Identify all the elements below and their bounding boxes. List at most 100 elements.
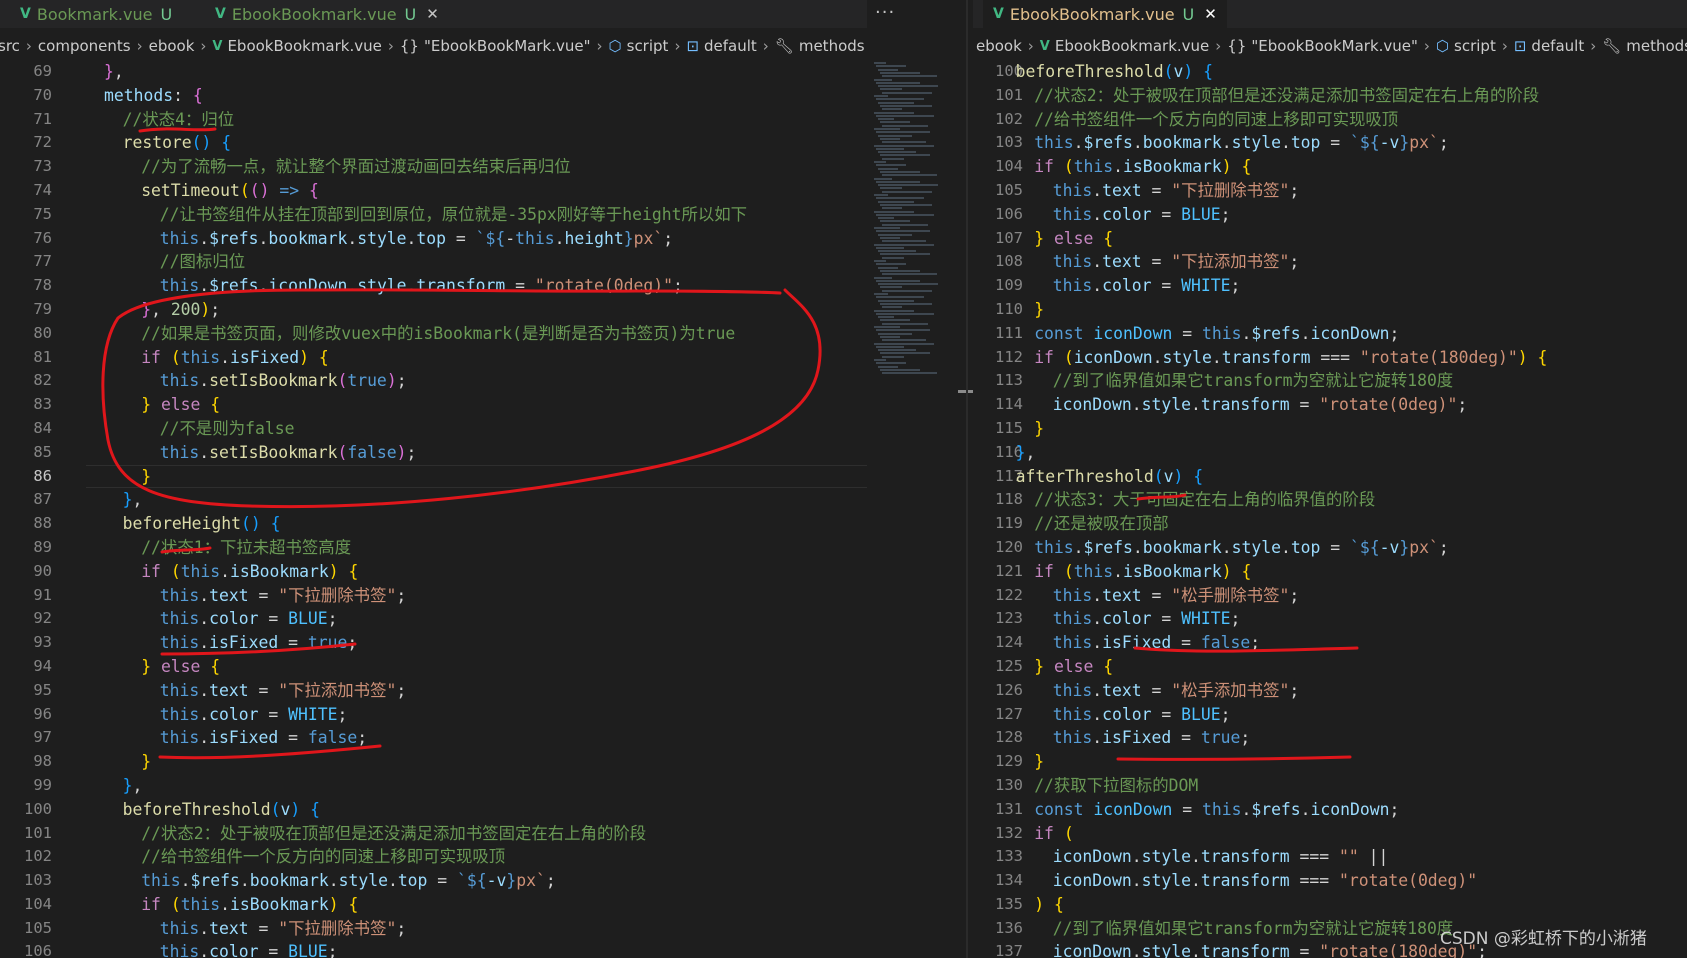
code-line[interactable]: 135) { <box>973 893 1687 917</box>
code-line[interactable]: 75 //让书签组件从挂在顶部到回到原位，原位就是-35px刚好等于height所… <box>0 203 867 227</box>
code-line[interactable]: 79}, 200); <box>0 298 867 322</box>
code-line[interactable]: 103 this.$refs.bookmark.style.top = `${-v… <box>973 131 1687 155</box>
code-line[interactable]: 134 iconDown.style.transform === "rotate(… <box>973 869 1687 893</box>
code-line[interactable]: 122 this.text = "松手删除书签"; <box>973 584 1687 608</box>
breadcrumb-item-component[interactable]: "EbookBookMark.vue" <box>424 37 591 55</box>
code-line[interactable]: 126 this.text = "松手添加书签"; <box>973 679 1687 703</box>
more-actions-icon[interactable]: ··· <box>875 2 895 23</box>
code-line[interactable]: 92 this.color = BLUE; <box>0 607 867 631</box>
code-line[interactable]: 102 //给书签组件一个反方向的同速上移即可实现吸顶 <box>0 845 867 869</box>
breadcrumb-item-component[interactable]: "EbookBookMark.vue" <box>1251 37 1418 55</box>
breadcrumb-item-file[interactable]: EbookBookmark.vue <box>227 37 381 55</box>
code-line[interactable]: 103 this.$refs.bookmark.style.top = `${-v… <box>0 869 867 893</box>
code-line[interactable]: 104 if (this.isBookmark) { <box>0 893 867 917</box>
code-line[interactable]: 132 if ( <box>973 822 1687 846</box>
code-line[interactable]: 133 iconDown.style.transform === "" || <box>973 845 1687 869</box>
tab-ebookbookmark-vue-active[interactable]: V EbookBookmark.vue U ✕ <box>983 0 1227 28</box>
code-line[interactable]: 121 if (this.isBookmark) { <box>973 560 1687 584</box>
code-line[interactable]: 89 //状态1：下拉未超书签高度 <box>0 536 867 560</box>
code-line[interactable]: 129} <box>973 750 1687 774</box>
breadcrumb-item-methods[interactable]: methods <box>799 37 865 55</box>
code-line[interactable]: 83} else { <box>0 393 867 417</box>
tab-bookmark-vue[interactable]: V Bookmark.vue U <box>10 0 182 28</box>
code-line[interactable]: 114 iconDown.style.transform = "rotate(0d… <box>973 393 1687 417</box>
code-editor-right[interactable]: 100 beforeThreshold(v) {101 //状态2：处于被吸在顶部但… <box>973 60 1687 958</box>
code-line[interactable]: 105 this.text = "下拉删除书签"; <box>0 917 867 941</box>
code-line[interactable]: 69}, <box>0 60 867 84</box>
tab-ebookbookmark-vue[interactable]: V EbookBookmark.vue U ✕ <box>205 0 449 28</box>
breadcrumb-item-components[interactable]: components <box>38 37 131 55</box>
code-line[interactable]: 111 const iconDown = this.$refs.iconDown; <box>973 322 1687 346</box>
code-line[interactable]: 107} else { <box>973 227 1687 251</box>
code-line[interactable]: 80 //如果是书签页面，则修改vuex中的isBookmark(是判断是否为书签… <box>0 322 867 346</box>
code-line[interactable]: 128 this.isFixed = true; <box>973 726 1687 750</box>
close-icon[interactable]: ✕ <box>426 5 439 23</box>
code-line[interactable]: 117 afterThreshold(v) { <box>973 465 1687 489</box>
code-line[interactable]: 102 //给书签组件一个反方向的同速上移即可实现吸顶 <box>973 108 1687 132</box>
close-icon[interactable]: ✕ <box>1204 5 1217 23</box>
minimap[interactable] <box>872 62 942 382</box>
code-line[interactable]: 73 //为了流畅一点，就让整个界面过渡动画回去结束后再归位 <box>0 155 867 179</box>
breadcrumb-item-methods[interactable]: methods <box>1626 37 1687 55</box>
breadcrumb-item-default[interactable]: default <box>704 37 757 55</box>
code-line[interactable]: 71 //状态4：归位 <box>0 108 867 132</box>
code-line[interactable]: 119 //还是被吸在顶部 <box>973 512 1687 536</box>
code-line[interactable]: 76 this.$refs.bookmark.style.top = `${-th… <box>0 227 867 251</box>
code-line[interactable]: 93 this.isFixed = true; <box>0 631 867 655</box>
code-line[interactable]: 87}, <box>0 488 867 512</box>
code-line[interactable]: 124 this.isFixed = false; <box>973 631 1687 655</box>
editor-group-divider[interactable] <box>966 0 968 958</box>
code-token: , <box>132 490 143 510</box>
code-line[interactable]: 120 this.$refs.bookmark.style.top = `${-v… <box>973 536 1687 560</box>
code-line[interactable]: 97 this.isFixed = false; <box>0 726 867 750</box>
code-line[interactable]: 118 //状态3：大于可固定在右上角的临界值的阶段 <box>973 488 1687 512</box>
code-line[interactable]: 112 if (iconDown.style.transform === "rot… <box>973 346 1687 370</box>
code-line[interactable]: 77 //图标归位 <box>0 250 867 274</box>
code-line[interactable]: 81 if (this.isFixed) { <box>0 346 867 370</box>
code-line[interactable]: 91 this.text = "下拉删除书签"; <box>0 584 867 608</box>
code-line[interactable]: 98} <box>0 750 867 774</box>
breadcrumb-item-ebook[interactable]: ebook <box>149 37 195 55</box>
code-line[interactable]: 94} else { <box>0 655 867 679</box>
code-line[interactable]: 109 this.color = WHITE; <box>973 274 1687 298</box>
code-line[interactable]: 125} else { <box>973 655 1687 679</box>
breadcrumb-item-file[interactable]: EbookBookmark.vue <box>1055 37 1209 55</box>
minimap-line <box>876 114 934 117</box>
code-line[interactable]: 85 this.setIsBookmark(false); <box>0 441 867 465</box>
code-line[interactable]: 72 restore() { <box>0 131 867 155</box>
code-line[interactable]: 106 this.color = BLUE; <box>0 940 867 958</box>
code-line[interactable]: 82 this.setIsBookmark(true); <box>0 369 867 393</box>
code-line[interactable]: 88 beforeHeight() { <box>0 512 867 536</box>
code-editor-left[interactable]: 69}, 70 methods: {71//状态4：归位 72 restore() {7… <box>0 60 867 958</box>
code-line[interactable]: 113 //到了临界值如果它transform为空就让它旋转180度 <box>973 369 1687 393</box>
breadcrumb-item-script[interactable]: script <box>1454 37 1496 55</box>
code-line[interactable]: 130 //获取下拉图标的DOM <box>973 774 1687 798</box>
code-line[interactable]: 100 beforeThreshold(v) { <box>973 60 1687 84</box>
breadcrumb-item-script[interactable]: script <box>627 37 669 55</box>
code-line[interactable]: 96 this.color = WHITE; <box>0 703 867 727</box>
code-line[interactable]: 110} <box>973 298 1687 322</box>
code-line[interactable]: 104 if (this.isBookmark) { <box>973 155 1687 179</box>
code-line[interactable]: 78 this.$refs.iconDown.style.transform = … <box>0 274 867 298</box>
code-line[interactable]: 131 const iconDown = this.$refs.iconDown; <box>973 798 1687 822</box>
code-line[interactable]: 74 setTimeout(() => { <box>0 179 867 203</box>
code-line[interactable]: 108 this.text = "下拉添加书签"; <box>973 250 1687 274</box>
code-line[interactable]: 115} <box>973 417 1687 441</box>
code-line[interactable]: 100 beforeThreshold(v) { <box>0 798 867 822</box>
code-line[interactable]: 127 this.color = BLUE; <box>973 703 1687 727</box>
code-line[interactable]: 101 //状态2：处于被吸在顶部但是还没满足添加书签固定在右上角的阶段 <box>973 84 1687 108</box>
breadcrumb-item-src[interactable]: src <box>0 37 20 55</box>
code-line[interactable]: 84 //不是则为false <box>0 417 867 441</box>
code-line[interactable]: 101 //状态2：处于被吸在顶部但是还没满足添加书签固定在右上角的阶段 <box>0 822 867 846</box>
breadcrumb-item-ebook[interactable]: ebook <box>976 37 1022 55</box>
breadcrumb-item-default[interactable]: default <box>1531 37 1584 55</box>
code-line[interactable]: 123 this.color = WHITE; <box>973 607 1687 631</box>
code-line[interactable]: 116}, <box>973 441 1687 465</box>
code-line[interactable]: 86} <box>0 464 867 489</box>
code-line[interactable]: 106 this.color = BLUE; <box>973 203 1687 227</box>
code-line[interactable]: 90 if (this.isBookmark) { <box>0 560 867 584</box>
code-line[interactable]: 70 methods: { <box>0 84 867 108</box>
code-line[interactable]: 105 this.text = "下拉删除书签"; <box>973 179 1687 203</box>
code-line[interactable]: 99}, <box>0 774 867 798</box>
code-line[interactable]: 95 this.text = "下拉添加书签"; <box>0 679 867 703</box>
